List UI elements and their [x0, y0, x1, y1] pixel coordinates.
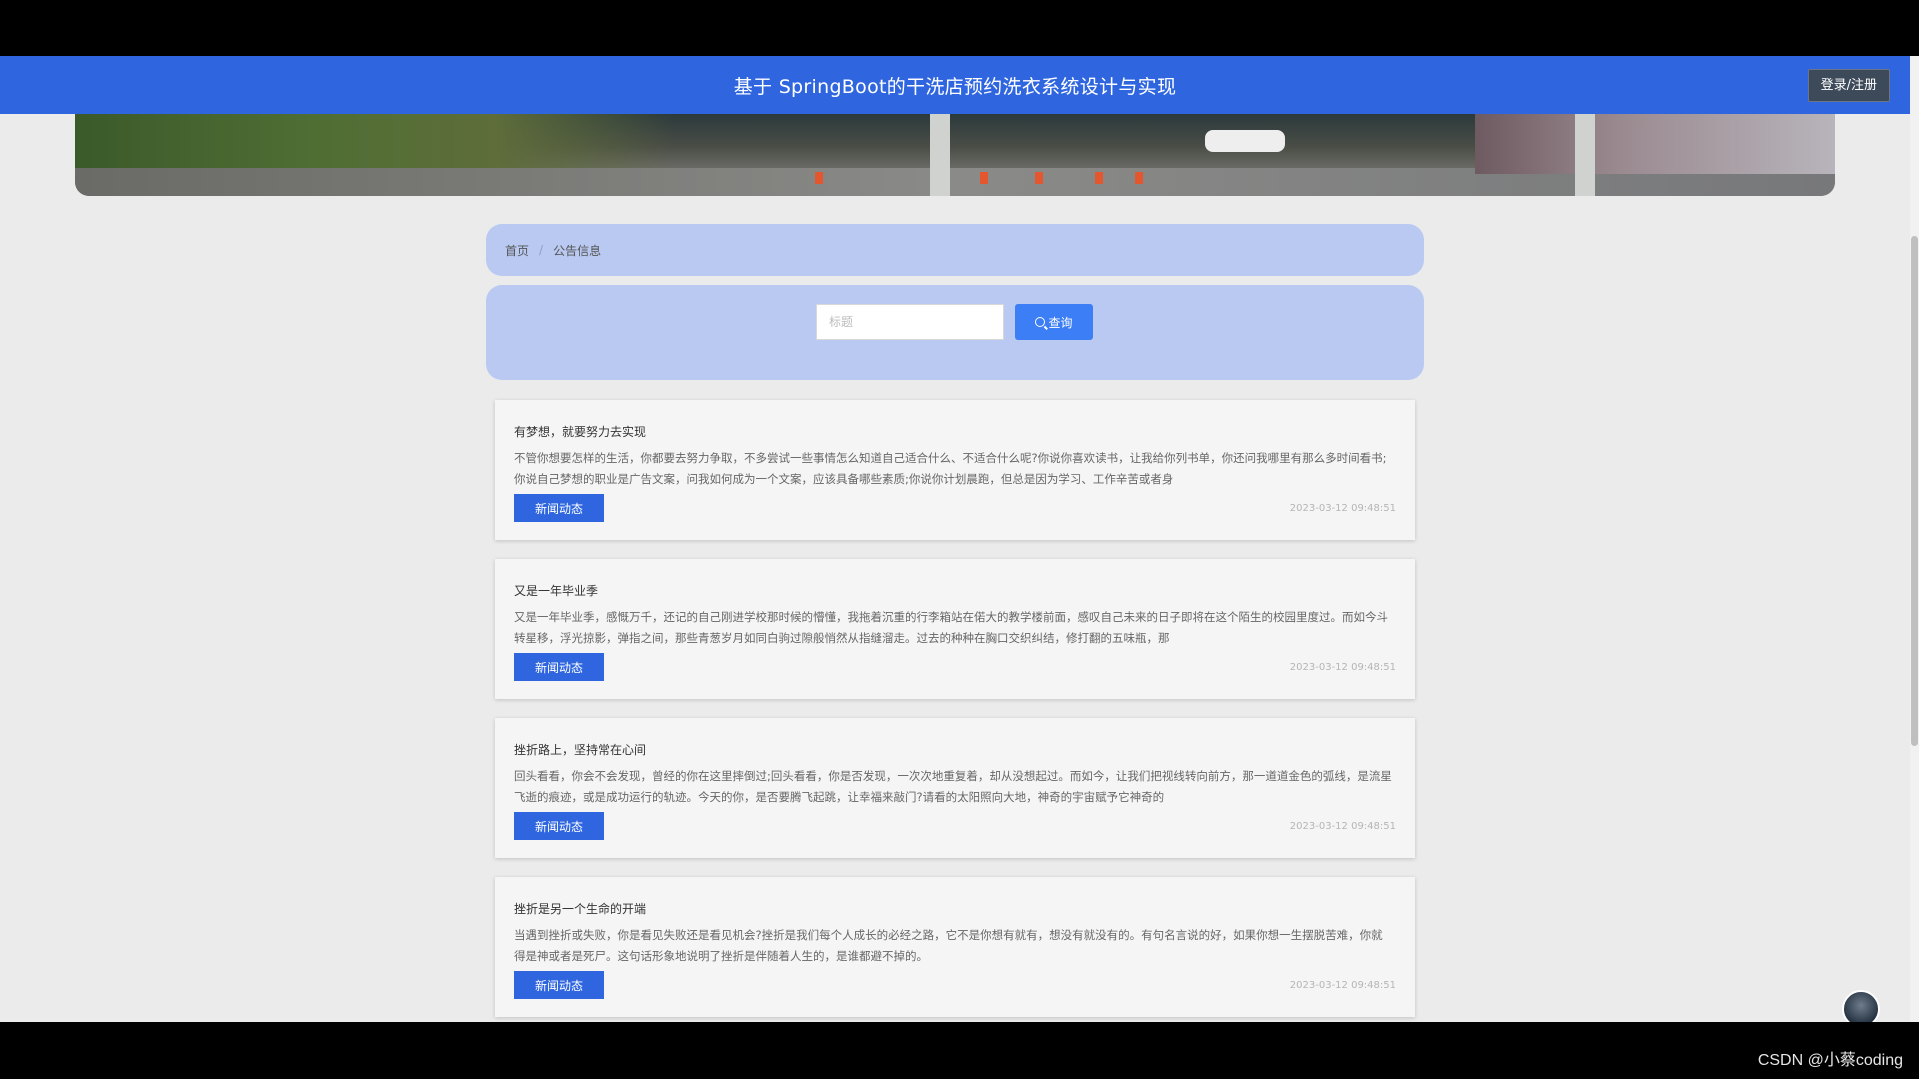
login-register-button[interactable]: 登录/注册 — [1807, 69, 1890, 102]
category-tag-button[interactable]: 新闻动态 — [514, 653, 604, 681]
announcement-date: 2023-03-12 09:48:51 — [1289, 821, 1396, 832]
search-button[interactable]: 查询 — [1015, 304, 1093, 340]
category-tag-button[interactable]: 新闻动态 — [514, 812, 604, 840]
breadcrumb-current: 公告信息 — [553, 243, 602, 258]
announcement-excerpt: 又是一年毕业季，感慨万千，还记的自己刚进学校那时候的懵懂，我拖着沉重的行李箱站在… — [514, 610, 1388, 645]
announcement-date: 2023-03-12 09:48:51 — [1289, 980, 1396, 991]
announcement-date: 2023-03-12 09:48:51 — [1289, 662, 1396, 673]
title-search-input[interactable] — [816, 304, 1004, 340]
announcement-excerpt: 当遇到挫折或失败，你是看见失败还是看见机会?挫折是我们每个人成长的必经之路，它不… — [514, 928, 1383, 963]
announcement-card[interactable]: 挫折是另一个生命的开端 当遇到挫折或失败，你是看见失败还是看见机会?挫折是我们每… — [495, 877, 1415, 1017]
breadcrumb-home-link[interactable]: 首页 — [505, 242, 529, 259]
search-icon — [1035, 317, 1046, 327]
scrollbar-thumb[interactable] — [1911, 236, 1918, 746]
watermark-text: CSDN @小蔡coding — [1757, 1052, 1903, 1069]
announcement-date: 2023-03-12 09:48:51 — [1289, 503, 1396, 514]
page-scrollbar[interactable] — [1910, 56, 1919, 1022]
breadcrumb: 首页 / 公告信息 — [486, 224, 1424, 276]
hero-banner-image — [75, 114, 1835, 196]
category-tag-button[interactable]: 新闻动态 — [514, 971, 604, 999]
announcement-card[interactable]: 有梦想，就要努力去实现 不管你想要怎样的生活，你都要去努力争取，不多尝试一些事情… — [495, 400, 1415, 540]
announcement-card[interactable]: 挫折路上，坚持常在心间 回头看看，你会不会发现，曾经的你在这里摔倒过;回头看看，… — [495, 718, 1415, 858]
floating-avatar-icon[interactable] — [1842, 990, 1880, 1022]
announcement-title[interactable]: 挫折是另一个生命的开端 — [514, 900, 1396, 917]
announcement-title[interactable]: 有梦想，就要努力去实现 — [514, 423, 1396, 440]
announcement-excerpt: 不管你想要怎样的生活，你都要去努力争取，不多尝试一些事情怎么知道自己适合什么、不… — [514, 451, 1387, 486]
bottom-letterbox — [0, 1022, 1919, 1079]
search-button-label: 查询 — [1048, 315, 1073, 330]
browser-viewport: 基于 SpringBoot的干洗店预约洗衣系统设计与实现 登录/注册 首页 / … — [0, 56, 1919, 1022]
announcement-title[interactable]: 又是一年毕业季 — [514, 582, 1396, 599]
site-title: 基于 SpringBoot的干洗店预约洗衣系统设计与实现 — [733, 75, 1177, 98]
announcement-title[interactable]: 挫折路上，坚持常在心间 — [514, 741, 1396, 758]
site-header: 基于 SpringBoot的干洗店预约洗衣系统设计与实现 登录/注册 — [0, 56, 1910, 114]
top-letterbox — [0, 0, 1919, 56]
announcement-excerpt: 回头看看，你会不会发现，曾经的你在这里摔倒过;回头看看，你是否发现，一次次地重复… — [514, 769, 1392, 804]
announcement-card[interactable]: 又是一年毕业季 又是一年毕业季，感慨万千，还记的自己刚进学校那时候的懵懂，我拖着… — [495, 559, 1415, 699]
search-panel: 查询 — [486, 285, 1424, 380]
category-tag-button[interactable]: 新闻动态 — [514, 494, 604, 522]
breadcrumb-separator: / — [539, 243, 544, 257]
